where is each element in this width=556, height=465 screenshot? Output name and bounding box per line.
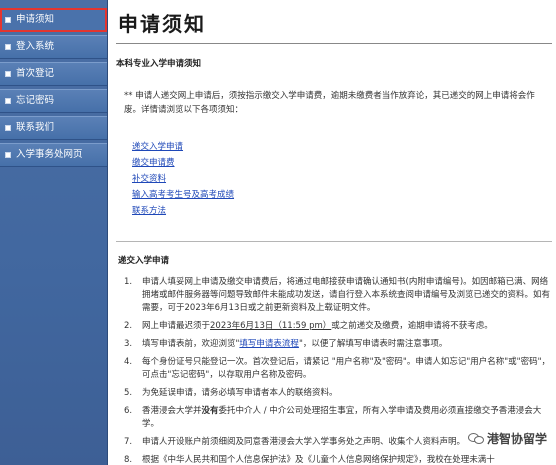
list-item: 6. 香港浸会大学并没有委托中介人 / 中介公司处理招生事宜，所有入学申请及费用…: [124, 406, 542, 429]
bullet-icon: [5, 44, 11, 50]
main-content: 申请须知 本科专业入学申请须知 ** 申请人递交网上申请后，须按指示缴交入学申请…: [108, 0, 556, 465]
link-gaokao-scores[interactable]: 输入高考考生号及高考成绩: [132, 187, 556, 203]
watermark-text: 港智协留学: [486, 432, 547, 446]
wechat-icon: [467, 432, 484, 445]
link-submit-application[interactable]: 递交入学申请: [132, 139, 556, 155]
list-item: 1. 申请人填妥网上申请及缴交申请费后，将通过电邮接获申请确认通知书(内附申请编…: [124, 277, 551, 313]
section-heading-undergrad: 本科专业入学申请须知: [116, 59, 202, 69]
list-item: 8. 根据《中华人民共和国个人信息保护法》及《儿童个人信息网络保护规定》，我校在…: [124, 455, 495, 465]
watermark: 港智协留学: [464, 429, 550, 448]
sidebar: 申请须知 登入系统 首次登记 忘记密码 联系我们 入学事务处网页: [0, 0, 108, 465]
link-supplement-docs[interactable]: 补交资料: [132, 171, 556, 187]
sidebar-item-label: 忘记密码: [16, 95, 55, 106]
sidebar-item-label: 登入系统: [16, 41, 55, 52]
section-heading-submit: 递交入学申请: [118, 256, 170, 266]
sidebar-item-label: 首次登记: [16, 68, 55, 79]
sidebar-item-first-registration[interactable]: 首次登记: [0, 62, 107, 86]
title-divider: [116, 43, 552, 44]
sidebar-item-forgot-password[interactable]: 忘记密码: [0, 89, 107, 113]
page-title: 申请须知: [118, 12, 206, 36]
sidebar-item-label: 联系我们: [16, 122, 55, 133]
fee-notice: ** 申请人递交网上申请后，须按指示缴交入学申请费，逾期未缴费者当作放弃论，其已…: [124, 91, 535, 115]
sidebar-item-application-notes[interactable]: 申请须知: [0, 8, 107, 32]
bullet-icon: [5, 152, 11, 158]
link-contact[interactable]: 联系方法: [132, 203, 556, 219]
sidebar-item-admissions-office[interactable]: 入学事务处网页: [0, 143, 107, 167]
list-item: 2. 网上申请最迟须于2023年6月13日（11:59 pm）或之前递交及缴费，…: [124, 321, 493, 331]
bullet-icon: [5, 71, 11, 77]
list-item: 4. 每个身份证号只能登记一次。首次登记后，请紧记 "用户名称"及"密码"。申请…: [124, 357, 550, 380]
quick-links: 递交入学申请 缴交申请费 补交资料 输入高考考生号及高考成绩 联系方法: [116, 139, 556, 219]
list-item: 5. 为免延误申请，请务必填写申请者本人的联络资料。: [124, 388, 338, 398]
bullet-icon: [5, 125, 11, 131]
bullet-icon: [5, 17, 11, 23]
link-pay-fee[interactable]: 缴交申请费: [132, 155, 556, 171]
sidebar-item-label: 申请须知: [16, 14, 55, 25]
sidebar-item-login[interactable]: 登入系统: [0, 35, 107, 59]
list-item: 3. 填写申请表前，欢迎浏览"填写申请表流程"，以便了解填写申请表时需注意事项。: [124, 339, 448, 349]
bullet-icon: [5, 98, 11, 104]
section-divider: [116, 241, 552, 242]
sidebar-item-contact-us[interactable]: 联系我们: [0, 116, 107, 140]
sidebar-item-label: 入学事务处网页: [16, 149, 83, 160]
deadline-date: 2023年6月13日（11:59 pm）: [210, 321, 332, 331]
link-application-flow[interactable]: 填写申请表流程: [239, 339, 299, 349]
